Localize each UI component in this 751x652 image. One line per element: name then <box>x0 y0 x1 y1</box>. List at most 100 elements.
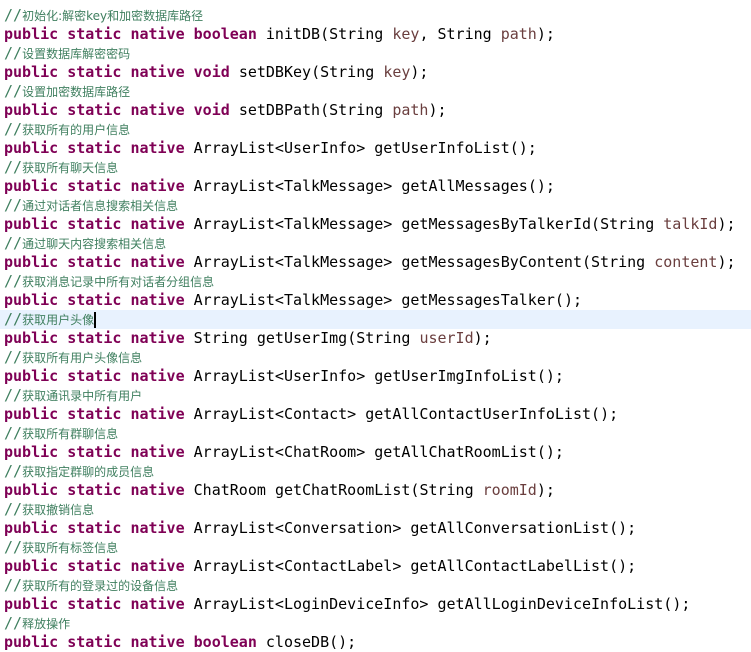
return-type: ArrayList<TalkMessage> <box>193 291 393 309</box>
comment-slashes: // <box>4 576 23 594</box>
keyword-native: native <box>130 595 185 613</box>
comment-line[interactable]: //获取所有用户头像信息 <box>0 348 751 367</box>
keyword-static: static <box>67 405 122 423</box>
comment-line[interactable]: //通过聊天内容搜索相关信息 <box>0 234 751 253</box>
method-declaration[interactable]: public static native ChatRoom getChatRoo… <box>0 481 751 500</box>
method-name: getAllMessages <box>401 177 528 195</box>
comment: //获取撤销信息 <box>4 500 95 518</box>
return-type: ArrayList<Conversation> <box>193 519 402 537</box>
comment-slashes: // <box>4 158 23 176</box>
comment: //获取所有群聊信息 <box>4 424 119 442</box>
comment-line[interactable]: //获取通讯录中所有用户 <box>0 386 751 405</box>
method-declaration[interactable]: public static native boolean initDB(Stri… <box>0 25 751 44</box>
comment-slashes: // <box>4 462 23 480</box>
keyword-public: public <box>4 291 59 309</box>
method-declaration[interactable]: public static native String getUserImg(S… <box>0 329 751 348</box>
return-type: void <box>193 63 230 81</box>
comment-line[interactable]: //获取所有群聊信息 <box>0 424 751 443</box>
comment-line[interactable]: //获取撤销信息 <box>0 500 751 519</box>
keyword-public: public <box>4 253 59 271</box>
method-declaration[interactable]: public static native ArrayList<TalkMessa… <box>0 253 751 272</box>
code-editor[interactable]: //初始化:解密key和加密数据库路径 public static native … <box>0 6 751 652</box>
comment: //设置加密数据库路径 <box>4 82 131 100</box>
comment-line[interactable]: //获取指定群聊的成员信息 <box>0 462 751 481</box>
comment-slashes: // <box>4 310 23 328</box>
comment: //获取所有标签信息 <box>4 538 119 556</box>
method-declaration[interactable]: public static native ArrayList<UserInfo>… <box>0 139 751 158</box>
return-type: ArrayList<ContactLabel> <box>193 557 402 575</box>
comment-line[interactable]: //获取所有聊天信息 <box>0 158 751 177</box>
return-type: String <box>193 329 248 347</box>
keyword-static: static <box>67 519 122 537</box>
keyword-public: public <box>4 595 59 613</box>
method-name: getAllLoginDeviceInfoList <box>437 595 664 613</box>
method-declaration[interactable]: public static native ArrayList<TalkMessa… <box>0 215 751 234</box>
method-name: getAllConversationList <box>410 519 610 537</box>
param-type: String <box>329 101 384 119</box>
method-declaration[interactable]: public static native void setDBKey(Strin… <box>0 63 751 82</box>
comment-slashes: // <box>4 234 23 252</box>
comment-line[interactable]: //释放操作 <box>0 614 751 633</box>
comment-line[interactable]: //获取所有的用户信息 <box>0 120 751 139</box>
comment-line[interactable]: //初始化:解密key和加密数据库路径 <box>0 6 751 25</box>
method-declaration[interactable]: public static native ArrayList<Contact> … <box>0 405 751 424</box>
keyword-public: public <box>4 329 59 347</box>
keyword-static: static <box>67 329 122 347</box>
comment-line[interactable]: //设置数据库解密密码 <box>0 44 751 63</box>
keyword-static: static <box>67 443 122 461</box>
method-declaration[interactable]: public static native boolean closeDB(); <box>0 633 751 652</box>
return-type: ChatRoom <box>193 481 266 499</box>
comment-slashes: // <box>4 196 23 214</box>
keyword-static: static <box>67 253 122 271</box>
method-name: getAllChatRoomList <box>374 443 537 461</box>
keyword-native: native <box>130 253 185 271</box>
keyword-public: public <box>4 557 59 575</box>
method-declaration[interactable]: public static native ArrayList<TalkMessa… <box>0 291 751 310</box>
method-declaration[interactable]: public static native ArrayList<ContactLa… <box>0 557 751 576</box>
comment-line[interactable]: //获取所有标签信息 <box>0 538 751 557</box>
method-name: getMessagesByTalkerId <box>401 215 592 233</box>
param-name: userId <box>419 329 474 347</box>
keyword-public: public <box>4 101 59 119</box>
keyword-native: native <box>130 443 185 461</box>
comment-slashes: // <box>4 348 23 366</box>
return-type: ArrayList<ChatRoom> <box>193 443 366 461</box>
return-type: ArrayList<UserInfo> <box>193 367 366 385</box>
comment-slashes: // <box>4 272 23 290</box>
method-declaration[interactable]: public static native ArrayList<ChatRoom>… <box>0 443 751 462</box>
param-name: roomId <box>482 481 537 499</box>
param-name: path <box>392 101 429 119</box>
comment-line[interactable]: //获取用户头像 <box>0 310 751 329</box>
param-type: String <box>329 25 384 43</box>
return-type: ArrayList<LoginDeviceInfo> <box>193 595 429 613</box>
comment: //获取指定群聊的成员信息 <box>4 462 155 480</box>
keyword-public: public <box>4 481 59 499</box>
param-type: String <box>320 63 375 81</box>
comment: //通过聊天内容搜索相关信息 <box>4 234 167 252</box>
method-declaration[interactable]: public static native ArrayList<LoginDevi… <box>0 595 751 614</box>
keyword-static: static <box>67 595 122 613</box>
method-name: getMessagesByContent <box>401 253 582 271</box>
comment-line[interactable]: //设置加密数据库路径 <box>0 82 751 101</box>
comment-slashes: // <box>4 500 23 518</box>
return-type: ArrayList<TalkMessage> <box>193 177 393 195</box>
method-name: setDBKey <box>238 63 312 81</box>
keyword-native: native <box>130 367 185 385</box>
comment-line[interactable]: //获取消息记录中所有对话者分组信息 <box>0 272 751 291</box>
keyword-native: native <box>130 177 185 195</box>
comment-line[interactable]: //获取所有的登录过的设备信息 <box>0 576 751 595</box>
method-declaration[interactable]: public static native void setDBPath(Stri… <box>0 101 751 120</box>
param-type: String <box>591 253 646 271</box>
comment-line[interactable]: //通过对话者信息搜索相关信息 <box>0 196 751 215</box>
method-declaration[interactable]: public static native ArrayList<UserInfo>… <box>0 367 751 386</box>
keyword-public: public <box>4 443 59 461</box>
method-declaration[interactable]: public static native ArrayList<TalkMessa… <box>0 177 751 196</box>
keyword-native: native <box>130 329 185 347</box>
param-name: talkId <box>663 215 718 233</box>
keyword-static: static <box>67 291 122 309</box>
method-declaration[interactable]: public static native ArrayList<Conversat… <box>0 519 751 538</box>
comment: //释放操作 <box>4 614 71 632</box>
keyword-native: native <box>130 139 185 157</box>
keyword-public: public <box>4 405 59 423</box>
comment: //获取所有的登录过的设备信息 <box>4 576 179 594</box>
